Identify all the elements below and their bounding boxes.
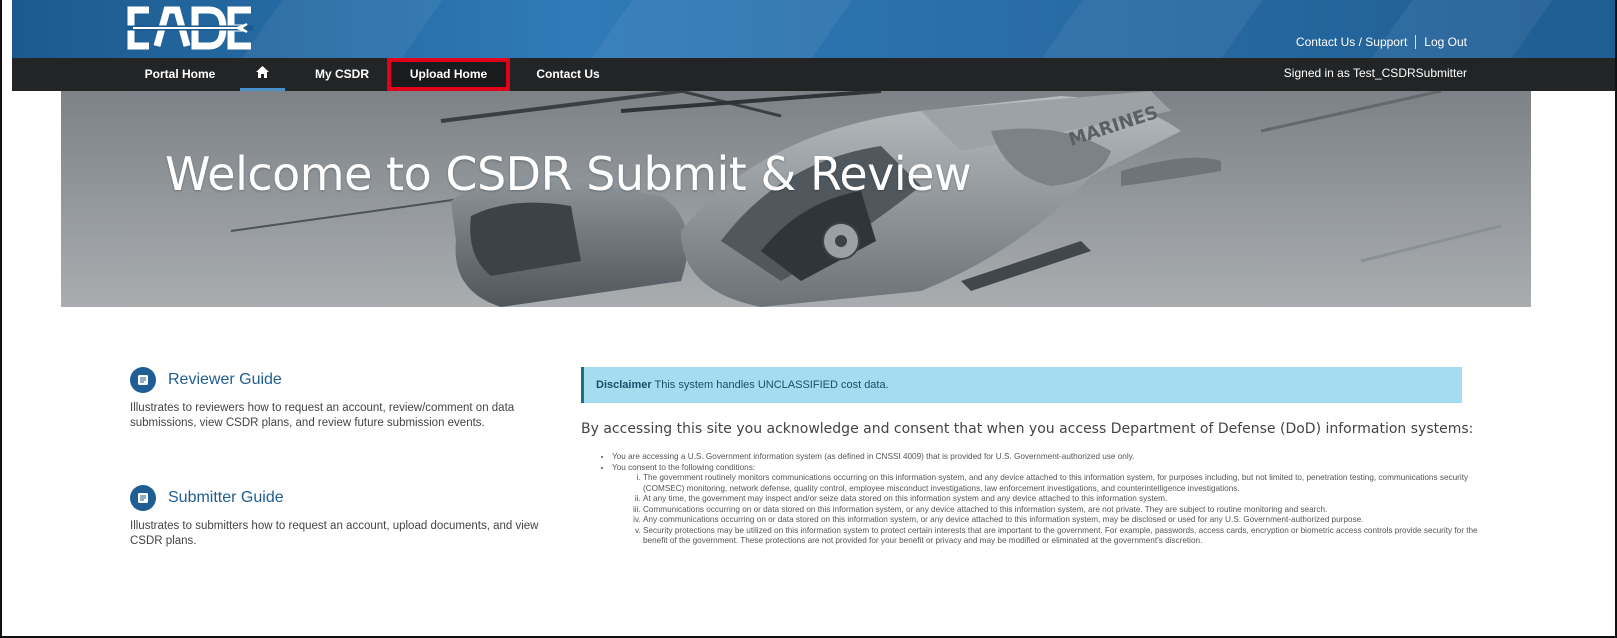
consent-intro: By accessing this site you acknowledge a…: [581, 421, 1474, 437]
hero-banner: MARINES Welcome to CSDR Submit & Review: [61, 91, 1531, 307]
submitter-guide-description: Illustrates to submitters how to request…: [130, 520, 539, 547]
condition-item: Communications occurring on or data stor…: [643, 505, 1478, 516]
divider: [1415, 35, 1417, 49]
reviewer-guide-description: Illustrates to reviewers how to request …: [130, 402, 515, 429]
nav-contact-us[interactable]: Contact Us: [527, 58, 609, 91]
reviewer-guide-link[interactable]: Reviewer Guide: [168, 371, 282, 389]
reviewer-guide-section: Reviewer Guide Illustrates to reviewers …: [130, 367, 550, 431]
nav-my-csdr[interactable]: My CSDR: [297, 58, 387, 91]
condition-item: At any time, the government may inspect …: [643, 494, 1478, 505]
submitter-guide-section: Submitter Guide Illustrates to submitter…: [130, 485, 550, 549]
condition-item: Any communications occurring on or data …: [643, 515, 1478, 526]
disclaimer-label: Disclaimer: [596, 379, 652, 391]
consent-conditions: You are accessing a U.S. Government info…: [598, 452, 1478, 547]
logout-link[interactable]: Log Out: [1424, 35, 1467, 49]
nav-portal-home[interactable]: Portal Home: [120, 58, 240, 91]
contact-support-link[interactable]: Contact Us / Support: [1296, 35, 1407, 49]
header-links: Contact Us / Support Log Out: [1296, 35, 1467, 49]
nav-upload-home[interactable]: Upload Home: [387, 58, 510, 91]
consent-bullet: You are accessing a U.S. Government info…: [612, 452, 1478, 463]
disclaimer-text: This system handles UNCLASSIFIED cost da…: [654, 379, 889, 391]
submitter-guide-link[interactable]: Submitter Guide: [168, 489, 284, 507]
book-icon: [130, 367, 156, 393]
home-icon: [256, 66, 269, 80]
top-banner: Contact Us / Support Log Out: [12, 0, 1617, 58]
cade-logo[interactable]: [127, 4, 257, 52]
nav-home-tab[interactable]: [240, 58, 285, 91]
consent-bullet: You consent to the following conditions:: [612, 463, 1478, 474]
condition-item: The government routinely monitors commun…: [643, 473, 1478, 494]
book-icon: [130, 485, 156, 511]
disclaimer-banner: Disclaimer This system handles UNCLASSIF…: [581, 367, 1462, 403]
page-title: Welcome to CSDR Submit & Review: [165, 147, 972, 201]
signed-in-status: Signed in as Test_CSDRSubmitter: [1283, 66, 1467, 80]
main-nav: Portal Home My CSDR Upload Home Contact …: [12, 58, 1617, 91]
condition-item: Security protections may be utilized on …: [643, 526, 1478, 547]
